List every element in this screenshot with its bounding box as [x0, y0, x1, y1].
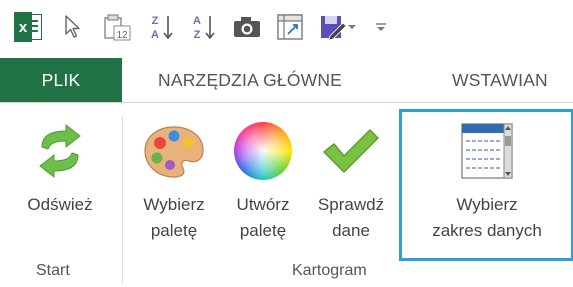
sort-ascending-icon[interactable]: Z A	[146, 12, 176, 42]
check-data-label-line2: dane	[332, 221, 370, 240]
svg-text:Z: Z	[194, 29, 201, 41]
palette-icon	[142, 119, 206, 183]
color-wheel-icon	[231, 119, 295, 183]
create-palette-label-line2: paletę	[239, 221, 287, 240]
svg-text:A: A	[193, 15, 201, 27]
choose-palette-label-line1: Wybierz	[143, 195, 205, 214]
ribbon-tabs: PLIK NARZĘDZIA GŁÓWNE WSTAWIAN	[0, 58, 573, 102]
customize-toolbar-icon[interactable]	[370, 12, 392, 42]
svg-text:12: 12	[116, 30, 128, 41]
choose-palette-label-line2: paletę	[150, 221, 198, 240]
ribbon-panel: Odśwież Wybierz paletę Utwórz paletę Spr…	[0, 103, 573, 287]
form-icon[interactable]: 12	[102, 12, 132, 42]
svg-text:Z: Z	[152, 15, 159, 27]
refresh-label: Odśwież	[27, 195, 93, 214]
excel-icon[interactable]: x	[14, 12, 44, 42]
group-label-start: Start	[36, 262, 70, 279]
cursor-select-icon[interactable]	[58, 12, 88, 42]
dropdown-arrow-icon[interactable]	[344, 12, 360, 42]
refresh-icon	[28, 119, 92, 183]
tab-plik[interactable]: PLIK	[0, 58, 122, 102]
tab-wstawianie[interactable]: WSTAWIAN	[452, 58, 548, 102]
quick-access-toolbar: x 12 Z A A Z	[0, 0, 573, 56]
check-data-button[interactable]: Sprawdź dane	[308, 103, 394, 259]
check-data-label-line1: Sprawdź	[317, 195, 385, 214]
camera-icon[interactable]	[232, 12, 262, 42]
choose-palette-button[interactable]: Wybierz paletę	[126, 103, 222, 259]
refresh-button[interactable]: Odśwież	[8, 103, 112, 259]
tab-narzedzia-glowne[interactable]: NARZĘDZIA GŁÓWNE	[158, 58, 342, 102]
create-palette-label-line1: Utwórz	[236, 195, 290, 214]
selection-highlight	[399, 109, 573, 261]
pivot-table-icon[interactable]	[275, 12, 305, 42]
checkmark-icon	[319, 119, 383, 183]
group-label-kartogram: Kartogram	[292, 262, 367, 279]
create-palette-button[interactable]: Utwórz paletę	[222, 103, 304, 259]
sort-descending-icon[interactable]: A Z	[188, 12, 218, 42]
group-separator	[122, 115, 123, 285]
svg-text:A: A	[151, 29, 159, 41]
